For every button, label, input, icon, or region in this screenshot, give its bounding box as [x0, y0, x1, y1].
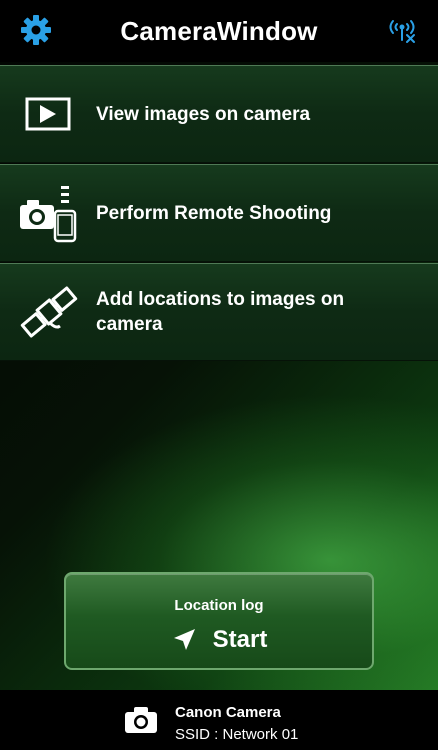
connection-status-bar: Canon Camera SSID : Network 01: [0, 690, 438, 750]
play-icon: [25, 97, 71, 131]
start-row: Start: [66, 626, 372, 654]
menu-item-view-images[interactable]: View images on camera: [0, 65, 438, 163]
satellite-icon: [20, 286, 78, 338]
menu-label: Add locations to images on camera: [96, 289, 345, 335]
location-log-start-button[interactable]: Location log Start: [64, 572, 374, 670]
menu-item-add-locations[interactable]: Add locations to images on camera: [0, 263, 438, 361]
location-arrow-icon: [173, 629, 195, 650]
remote-camera-phone-icon: [20, 186, 77, 243]
menu-label: View images on camera: [96, 103, 311, 125]
start-label: Start: [212, 626, 268, 653]
camera-name: Canon Camera: [175, 704, 281, 721]
location-log-caption: Location log: [174, 597, 264, 614]
app-title: CameraWindow: [120, 15, 318, 46]
camera-ssid: SSID : Network 01: [175, 726, 299, 743]
gear-icon[interactable]: [20, 14, 52, 46]
menu-label: Perform Remote Shooting: [96, 202, 332, 224]
wifi-disconnect-icon[interactable]: [386, 16, 418, 44]
menu-item-remote-shooting[interactable]: Perform Remote Shooting: [0, 164, 438, 262]
top-bar: CameraWindow: [0, 0, 438, 62]
camera-icon: [125, 707, 157, 733]
